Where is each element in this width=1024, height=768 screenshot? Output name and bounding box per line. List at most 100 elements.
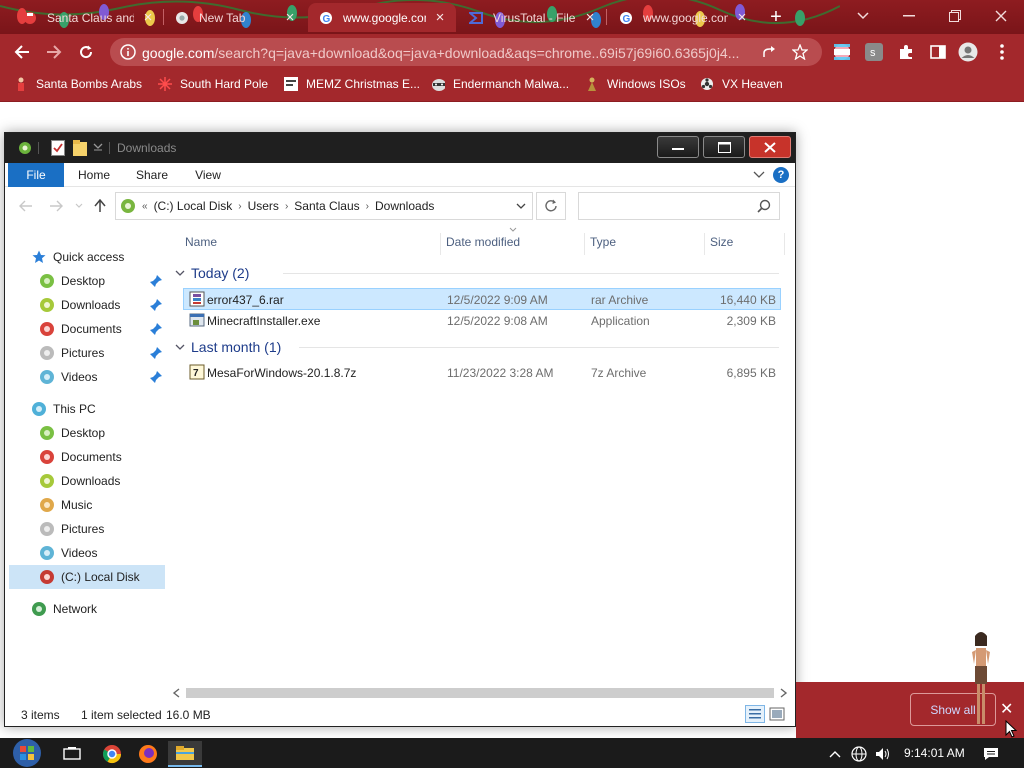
nav-pc-local-disk[interactable]: (C:) Local Disk: [9, 565, 165, 589]
nav-quick-downloads[interactable]: Downloads: [39, 293, 120, 317]
close-tab-icon[interactable]: ×: [282, 9, 298, 26]
nav-pc-videos[interactable]: Videos: [39, 541, 97, 565]
breadcrumb-users[interactable]: Users: [248, 199, 279, 213]
up-arrow-icon[interactable]: [94, 199, 106, 213]
browser-restore-button[interactable]: [932, 0, 978, 32]
nav-network[interactable]: Network: [31, 597, 97, 621]
chrome-menu-icon[interactable]: [992, 42, 1012, 62]
file-row-minecraft-installer[interactable]: MinecraftInstaller.exe 12/5/2022 9:08 AM…: [183, 310, 781, 332]
start-button[interactable]: [8, 738, 46, 768]
nav-quick-desktop[interactable]: Desktop: [39, 269, 105, 293]
tab-search-chevron-icon[interactable]: [840, 0, 886, 32]
file-explorer-taskbar-icon[interactable]: [168, 741, 202, 767]
volume-icon[interactable]: [872, 741, 894, 767]
address-bar[interactable]: google.com/search?q=java+download&oq=jav…: [110, 38, 822, 66]
nav-quick-videos[interactable]: Videos: [39, 365, 97, 389]
scroll-left-arrow-icon[interactable]: [172, 688, 180, 698]
horizontal-scrollbar[interactable]: [170, 685, 790, 701]
nav-quick-access[interactable]: Quick access: [31, 245, 124, 269]
maximize-button[interactable]: [703, 136, 745, 158]
file-row-mesa-7z[interactable]: 7 MesaForWindows-20.1.8.7z 11/23/2022 3:…: [183, 362, 781, 384]
bookmark-memz[interactable]: MEMZ Christmas E...: [284, 77, 420, 91]
profile-avatar-icon[interactable]: [958, 42, 978, 62]
refresh-button[interactable]: [536, 192, 566, 220]
close-tab-icon[interactable]: ×: [582, 9, 598, 26]
nav-pc-downloads[interactable]: Downloads: [39, 469, 120, 493]
minimize-button[interactable]: [657, 136, 699, 158]
taskbar-clock[interactable]: 9:14:01 AM: [904, 746, 965, 760]
site-info-icon[interactable]: [120, 44, 136, 60]
column-header-date[interactable]: Date modified: [446, 235, 520, 249]
bookmark-windows-isos[interactable]: Windows ISOs: [585, 77, 686, 91]
scroll-right-arrow-icon[interactable]: [780, 688, 788, 698]
pin-icon[interactable]: [149, 274, 163, 288]
ribbon-expand-chevron-icon[interactable]: [753, 171, 765, 179]
close-button[interactable]: [749, 136, 791, 158]
bookmark-star-icon[interactable]: [792, 44, 808, 60]
search-input[interactable]: [578, 192, 780, 220]
nav-pc-music[interactable]: Music: [39, 493, 92, 517]
nav-pc-pictures[interactable]: Pictures: [39, 517, 104, 541]
task-view-icon[interactable]: [58, 741, 86, 767]
details-view-button[interactable]: [745, 705, 765, 723]
browser-minimize-button[interactable]: [886, 0, 932, 32]
browser-close-button[interactable]: [978, 0, 1024, 32]
side-panel-icon[interactable]: [928, 42, 948, 62]
network-globe-icon[interactable]: [848, 741, 870, 767]
back-button[interactable]: [8, 38, 36, 66]
profile-extension-icon[interactable]: s: [864, 42, 884, 62]
scroll-thumb[interactable]: [186, 688, 774, 698]
close-tab-icon[interactable]: ×: [432, 9, 448, 26]
bookmark-vx-heaven[interactable]: VX Heaven: [700, 77, 783, 91]
column-header-size[interactable]: Size: [710, 235, 733, 249]
breadcrumb-overflow[interactable]: «: [142, 201, 148, 212]
column-header-type[interactable]: Type: [590, 235, 616, 249]
nav-pc-documents[interactable]: Documents: [39, 445, 122, 469]
column-header-name[interactable]: Name: [185, 235, 217, 249]
chrome-taskbar-icon[interactable]: [98, 741, 126, 767]
tab-santa-claus[interactable]: Santa Claus and ×: [12, 3, 164, 32]
reload-button[interactable]: [72, 38, 100, 66]
help-button[interactable]: ?: [773, 167, 789, 183]
large-icons-view-button[interactable]: [769, 707, 785, 721]
tab-virustotal[interactable]: VirusTotal - File ×: [458, 3, 606, 32]
pin-icon[interactable]: [149, 298, 163, 312]
breadcrumb-local-disk[interactable]: (C:) Local Disk: [154, 199, 233, 213]
properties-qat-icon[interactable]: [51, 140, 65, 156]
nav-pc-desktop[interactable]: Desktop: [39, 421, 105, 445]
ribbon-tab-file[interactable]: File: [8, 163, 64, 187]
nav-quick-pictures[interactable]: Pictures: [39, 341, 104, 365]
show-hidden-icons-chevron[interactable]: [824, 741, 846, 767]
forward-button[interactable]: [40, 38, 68, 66]
close-tab-icon[interactable]: ×: [734, 9, 750, 26]
close-tab-icon[interactable]: ×: [140, 9, 156, 26]
group-header-today[interactable]: Today (2): [175, 261, 779, 285]
tab-google-active[interactable]: G www.google.com ×: [308, 3, 456, 32]
tab-google-2[interactable]: G www.google.com ×: [608, 3, 758, 32]
pin-icon[interactable]: [149, 322, 163, 336]
group-header-last-month[interactable]: Last month (1): [175, 335, 779, 359]
bookmark-santa-bombs[interactable]: Santa Bombs Arabs: [14, 77, 142, 91]
file-row-error437-rar[interactable]: error437_6.rar 12/5/2022 9:09 AM rar Arc…: [183, 288, 781, 310]
forward-arrow-icon[interactable]: [49, 200, 63, 212]
flag-extension-icon[interactable]: [832, 42, 852, 62]
recent-locations-chevron-icon[interactable]: [75, 203, 83, 209]
notifications-icon[interactable]: [980, 741, 1002, 767]
ribbon-tab-view[interactable]: View: [189, 163, 227, 187]
nav-this-pc[interactable]: This PC: [31, 397, 96, 421]
close-shelf-button[interactable]: ✕: [1000, 699, 1013, 719]
nav-quick-documents[interactable]: Documents: [39, 317, 122, 341]
address-dropdown-icon[interactable]: [516, 203, 526, 209]
pin-icon[interactable]: [149, 346, 163, 360]
back-arrow-icon[interactable]: [19, 200, 33, 212]
extensions-puzzle-icon[interactable]: [896, 42, 916, 62]
ribbon-tab-share[interactable]: Share: [133, 163, 171, 187]
bookmark-south-hard-pole[interactable]: South Hard Pole: [158, 77, 268, 91]
pin-icon[interactable]: [149, 370, 163, 384]
breadcrumb-santa-claus[interactable]: Santa Claus: [294, 199, 359, 213]
new-folder-qat-icon[interactable]: [73, 140, 87, 156]
ribbon-tab-home[interactable]: Home: [75, 163, 113, 187]
firefox-taskbar-icon[interactable]: [134, 741, 162, 767]
explorer-titlebar[interactable]: Downloads: [5, 133, 795, 163]
breadcrumb-downloads[interactable]: Downloads: [375, 199, 434, 213]
